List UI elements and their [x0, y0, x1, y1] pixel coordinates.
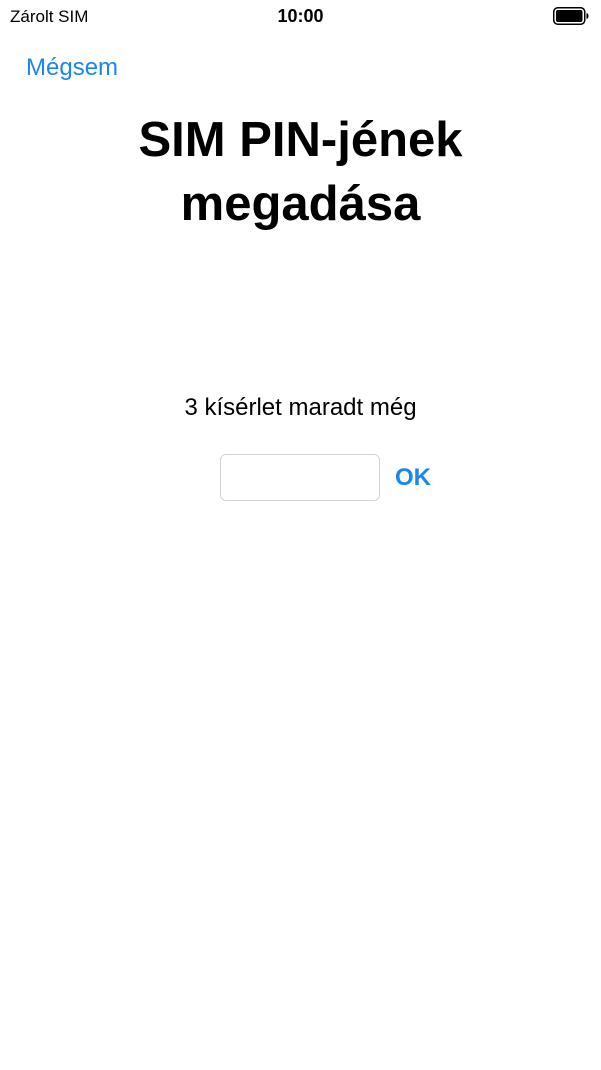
- status-clock: 10:00: [277, 6, 324, 26]
- page-title-line-2: megadása: [180, 177, 421, 231]
- page-title-line-1: SIM PIN-jének: [138, 113, 463, 167]
- pin-input[interactable]: [220, 454, 380, 501]
- status-bar: Zárolt SIM 10:00: [0, 0, 601, 34]
- battery-full-icon: [553, 7, 589, 25]
- page-title: SIM PIN-jének megadása: [40, 108, 561, 236]
- cancel-button[interactable]: Mégsem: [26, 53, 118, 83]
- attempts-remaining-text: 3 kísérlet maradt még: [184, 394, 417, 421]
- ok-button[interactable]: OK: [395, 463, 431, 493]
